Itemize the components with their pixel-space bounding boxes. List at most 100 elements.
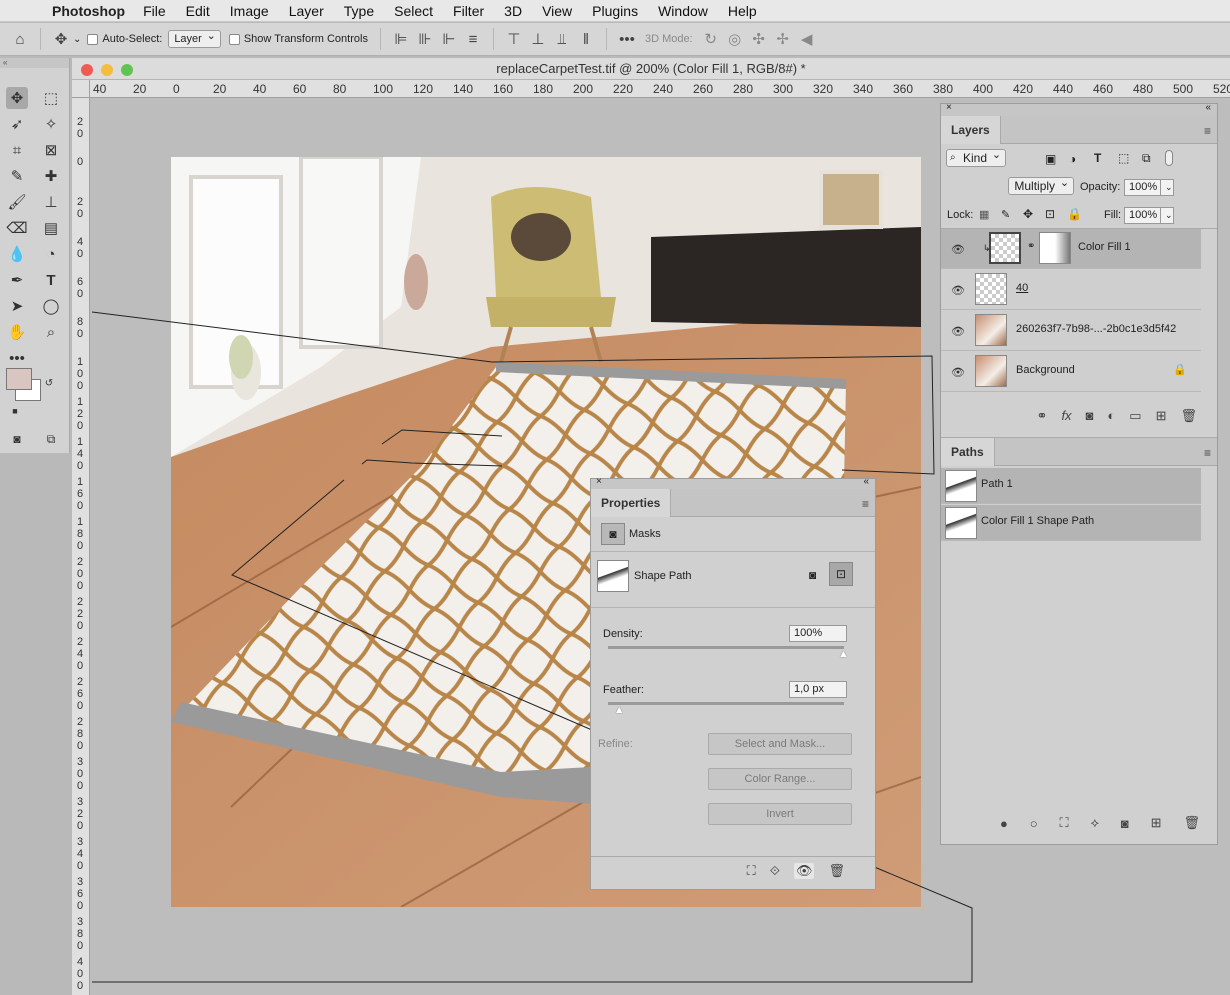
fill-field[interactable]: 100%	[1124, 207, 1164, 224]
align-top-icon[interactable]: ⊤	[502, 27, 526, 51]
dodge-tool-icon[interactable]: ◔	[40, 243, 62, 265]
horizontal-ruler[interactable]: 40 20 0 20 40 60 80 100 120 140 160 180 200 220 240 260…	[90, 80, 1230, 98]
feather-field[interactable]: 1,0 px	[789, 681, 847, 698]
path-row-color-fill-shape[interactable]: Color Fill 1 Shape Path	[941, 505, 1201, 541]
invert-button[interactable]: Invert	[708, 803, 852, 825]
magic-wand-icon[interactable]: ✧	[40, 113, 62, 135]
move-tool-icon[interactable]: ✥	[49, 27, 73, 51]
filter-toggle[interactable]	[1165, 150, 1173, 166]
blend-mode-dropdown[interactable]: Multiply	[1008, 177, 1075, 195]
layer-row-color-fill-1[interactable]: 👁 ↳ ⚭ Color Fill 1	[941, 229, 1201, 269]
menu-plugins[interactable]: Plugins	[592, 3, 638, 19]
fill-path-icon[interactable]: ●	[1000, 816, 1008, 831]
visibility-eye-icon[interactable]: 👁	[793, 862, 815, 879]
trash-icon[interactable]: 🗑	[1180, 408, 1197, 424]
align-right-icon[interactable]: ⊩	[437, 27, 461, 51]
apply-mask-icon[interactable]: ⟐	[770, 863, 780, 879]
menu-file[interactable]: File	[143, 3, 166, 19]
lasso-tool-icon[interactable]: ➶	[6, 113, 28, 135]
show-transform-checkbox[interactable]	[228, 33, 240, 45]
layer-name[interactable]: Color Fill 1	[1078, 241, 1131, 253]
frame-tool-icon[interactable]: ⊠	[40, 139, 62, 161]
vertical-ruler[interactable]: 2002040608010012014016018020022024026028…	[72, 98, 90, 995]
adjustment-icon[interactable]: ◐	[1107, 408, 1115, 423]
add-mask-icon[interactable]: ◙	[1121, 816, 1129, 831]
layer-row-background[interactable]: 👁 Background 🔒	[941, 352, 1201, 392]
pixel-mask-icon[interactable]: ◙	[809, 568, 816, 582]
feather-slider[interactable]	[608, 702, 844, 705]
adjustment-filter-icon[interactable]: ◑	[1069, 152, 1076, 166]
auto-select-dropdown[interactable]: Layer	[168, 29, 221, 48]
close-icon[interactable]: ×	[946, 102, 952, 113]
menu-window[interactable]: Window	[658, 3, 708, 19]
lock-all-icon[interactable]: 🔒	[1067, 207, 1082, 221]
distribute-icon[interactable]: ≡	[461, 27, 485, 51]
fx-icon[interactable]: fx	[1061, 408, 1071, 423]
chevron-down-icon[interactable]: ⌄	[1160, 179, 1174, 196]
app-menu[interactable]: Photoshop	[52, 3, 125, 19]
pen-tool-icon[interactable]: ✒	[6, 269, 28, 291]
lock-transparent-icon[interactable]: ▦	[979, 208, 989, 221]
link-icon[interactable]: ⚭	[1037, 408, 1048, 424]
density-slider-thumb[interactable]: ▲	[838, 648, 849, 660]
menu-3d[interactable]: 3D	[504, 3, 522, 19]
lock-pixels-icon[interactable]: ✎	[1001, 208, 1010, 221]
close-window-button[interactable]	[81, 64, 93, 76]
trash-icon[interactable]: 🗑	[1183, 815, 1200, 831]
chevron-down-icon[interactable]: ⌄	[1160, 207, 1174, 224]
zoom-window-button[interactable]	[121, 64, 133, 76]
slide-3d-icon[interactable]: ✢	[771, 27, 795, 51]
more-options-icon[interactable]: •••	[615, 27, 639, 51]
distribute-vertical-icon[interactable]: ‖	[574, 27, 598, 51]
load-as-selection-icon[interactable]: ⛶	[1059, 815, 1068, 831]
blur-tool-icon[interactable]: 💧	[6, 243, 28, 265]
layer-row-40[interactable]: 👁 40	[941, 270, 1201, 310]
collapse-icon[interactable]: «	[1205, 102, 1211, 113]
layer-row-photo[interactable]: 👁 260263f7-7b98-...-2b0c1e3d5f42	[941, 311, 1201, 351]
layer-thumbnail[interactable]	[975, 355, 1007, 387]
default-colors-icon[interactable]: ■	[8, 404, 22, 418]
link-icon[interactable]: ⚭	[1027, 241, 1035, 252]
pan-3d-icon[interactable]: ✣	[747, 27, 771, 51]
auto-select-checkbox[interactable]	[87, 33, 99, 45]
ruler-corner[interactable]	[72, 80, 90, 98]
gradient-tool-icon[interactable]: ▤	[40, 217, 62, 239]
minimize-window-button[interactable]	[101, 64, 113, 76]
marquee-tool-icon[interactable]: ⬚	[40, 87, 62, 109]
smart-object-filter-icon[interactable]: ⧉	[1142, 151, 1151, 166]
shape-filter-icon[interactable]: ⬚	[1118, 151, 1129, 165]
roll-3d-icon[interactable]: ◎	[723, 27, 747, 51]
panel-menu-icon[interactable]: ≡	[862, 497, 869, 511]
stamp-tool-icon[interactable]: ⊥	[40, 191, 62, 213]
hand-tool-icon[interactable]: ✋	[6, 321, 28, 343]
visibility-eye-icon[interactable]: 👁	[951, 366, 965, 379]
healing-brush-icon[interactable]: ✚	[40, 165, 62, 187]
brush-tool-icon[interactable]: 🖌	[6, 191, 28, 213]
type-tool-icon[interactable]: T	[40, 269, 62, 291]
screen-mode-icon[interactable]: ⧉	[40, 428, 62, 450]
tab-layers[interactable]: Layers	[941, 116, 1001, 144]
home-icon[interactable]: ⌂	[8, 27, 32, 51]
vector-mask-icon[interactable]: ⊡	[829, 562, 853, 586]
image-filter-icon[interactable]: ▣	[1045, 152, 1056, 166]
mask-thumbnail[interactable]	[1039, 232, 1071, 264]
collapse-icon[interactable]: «	[0, 58, 69, 68]
load-selection-icon[interactable]: ⛶	[747, 863, 756, 879]
stroke-path-icon[interactable]: ○	[1030, 816, 1038, 831]
panel-menu-icon[interactable]: ≡	[1204, 446, 1211, 460]
path-name[interactable]: Color Fill 1 Shape Path	[981, 515, 1094, 527]
make-work-path-icon[interactable]: ⟡	[1090, 815, 1099, 831]
collapse-icon[interactable]: «	[863, 476, 869, 487]
layer-name[interactable]: 260263f7-7b98-...-2b0c1e3d5f42	[1016, 323, 1176, 335]
new-layer-icon[interactable]: ⊞	[1156, 408, 1167, 424]
path-row-path-1[interactable]: Path 1	[941, 468, 1201, 504]
foreground-color-swatch[interactable]	[6, 368, 32, 390]
menu-view[interactable]: View	[542, 3, 572, 19]
zoom-tool-icon[interactable]: ⌕	[40, 321, 62, 343]
menu-edit[interactable]: Edit	[186, 3, 210, 19]
mask-icon[interactable]: ◙	[1086, 408, 1094, 423]
align-middle-icon[interactable]: ⊥	[526, 27, 550, 51]
scale-3d-icon[interactable]: ◀	[795, 27, 819, 51]
swap-colors-icon[interactable]: ↺	[42, 376, 56, 390]
lock-artboard-icon[interactable]: ⊡	[1045, 207, 1055, 221]
